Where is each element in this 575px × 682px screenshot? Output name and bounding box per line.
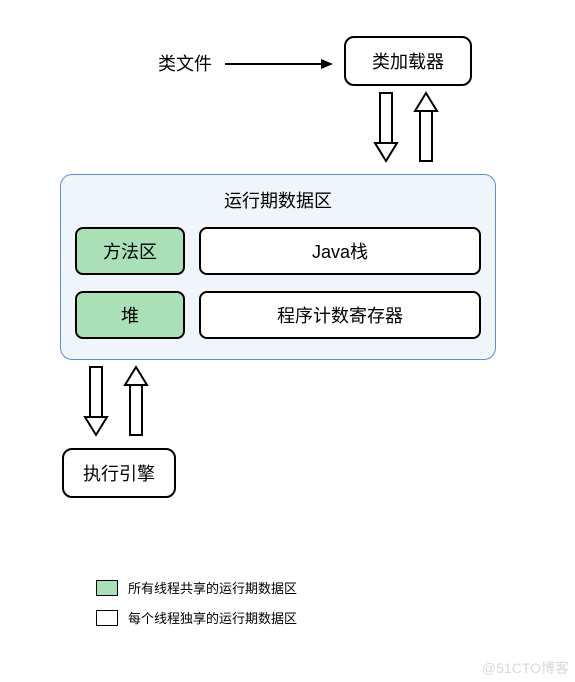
method-area-box: 方法区 — [75, 227, 185, 275]
legend-swatch-white — [96, 610, 118, 626]
legend-private: 每个线程独享的运行期数据区 — [96, 608, 297, 627]
legend-shared: 所有线程共享的运行期数据区 — [96, 578, 297, 597]
heap-box: 堆 — [75, 291, 185, 339]
method-area-text: 方法区 — [103, 238, 157, 264]
legend-shared-text: 所有线程共享的运行期数据区 — [128, 578, 297, 597]
arrow-loader-up — [415, 93, 437, 163]
execution-engine-box: 执行引擎 — [62, 448, 176, 498]
watermark: @51CTO博客 — [482, 658, 569, 678]
arrow-loader-down — [375, 93, 397, 163]
diagram-canvas: 类文件 类加载器 运行期数据区 方法区 Java栈 堆 程序计数寄存器 — [0, 0, 575, 682]
class-file-label: 类文件 — [158, 50, 212, 76]
pc-register-text: 程序计数寄存器 — [277, 302, 403, 328]
heap-text: 堆 — [121, 302, 139, 328]
runtime-data-area-box: 运行期数据区 方法区 Java栈 堆 程序计数寄存器 — [60, 174, 496, 360]
class-loader-box: 类加载器 — [344, 36, 472, 86]
runtime-title: 运行期数据区 — [61, 187, 495, 213]
arrow-runtime-down — [85, 367, 107, 437]
pc-register-box: 程序计数寄存器 — [199, 291, 481, 339]
java-stack-box: Java栈 — [199, 227, 481, 275]
class-loader-text: 类加载器 — [372, 48, 444, 74]
execution-engine-text: 执行引擎 — [83, 460, 155, 486]
arrow-classfile-to-loader — [225, 58, 335, 70]
arrow-runtime-up — [125, 367, 147, 437]
java-stack-text: Java栈 — [312, 238, 368, 264]
legend-private-text: 每个线程独享的运行期数据区 — [128, 608, 297, 627]
legend-swatch-green — [96, 580, 118, 596]
